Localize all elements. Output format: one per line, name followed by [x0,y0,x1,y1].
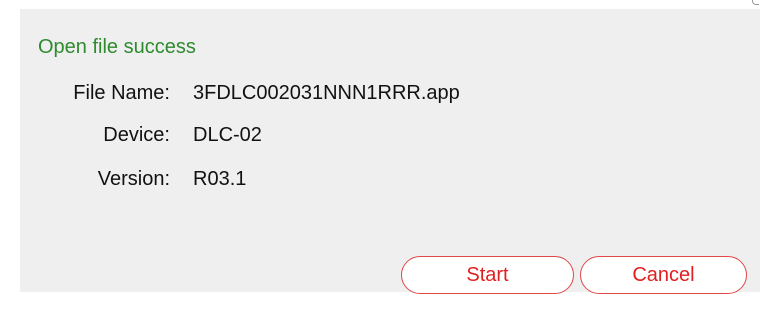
open-file-dialog: Open file success File Name: 3FDLC002031… [20,9,760,294]
cancel-button[interactable]: Cancel [580,256,747,294]
file-name-value: 3FDLC002031NNN1RRR.app [193,82,460,104]
device-value: DLC-02 [193,124,262,146]
corner-mark-icon [752,0,759,5]
start-button[interactable]: Start [401,256,574,294]
status-message: Open file success [38,36,196,58]
device-label: Device: [103,124,170,146]
top-strip [0,0,771,9]
version-label: Version: [97,168,170,190]
version-value: R03.1 [193,168,247,190]
file-name-label: File Name: [73,82,170,104]
